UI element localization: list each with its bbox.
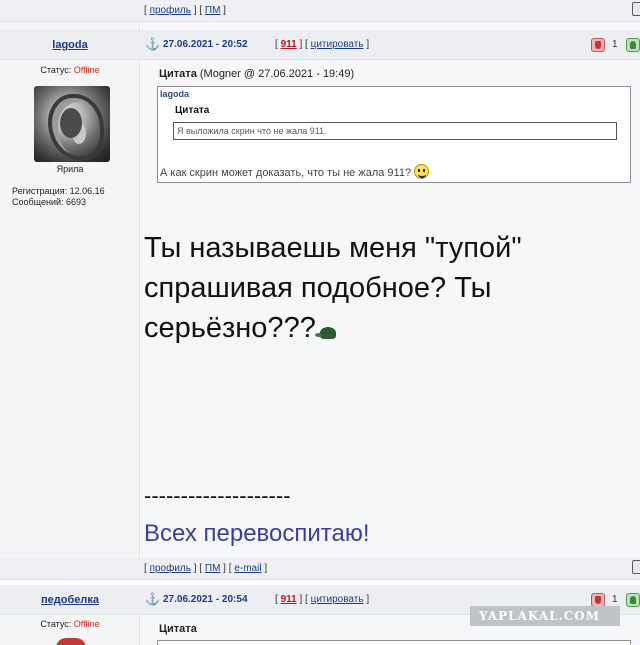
- edit-icon[interactable]: [632, 2, 640, 16]
- quote-box: lagoda Цитата Я выложила скрин что не жа…: [157, 86, 631, 183]
- email-link[interactable]: e-mail: [234, 563, 261, 574]
- post-toolbar-top: [ профиль ] [ ПМ ]: [0, 0, 640, 22]
- quote-meta: (Mogner @ 27.06.2021 - 19:49): [199, 68, 355, 80]
- post-text: Ты называешь меня "тупой" спрашивая подо…: [144, 228, 624, 348]
- user-status: Статус: Offline: [0, 65, 140, 75]
- quote-title: Цитата (Mogner @ 27.06.2021 - 19:49): [159, 68, 354, 80]
- rating-value-2: 1: [612, 594, 618, 605]
- quote-author: lagoda: [160, 89, 190, 99]
- quote-heading-2: Цитата: [159, 623, 197, 635]
- status-value-2: Offline: [73, 619, 100, 629]
- quote-heading: Цитата: [159, 68, 197, 80]
- avatar-2[interactable]: [56, 638, 86, 645]
- reply-count-link-2[interactable]: 911: [281, 594, 297, 605]
- avatar[interactable]: [34, 86, 110, 162]
- author-nick-2[interactable]: педобелка: [0, 594, 140, 606]
- status-label: Статус:: [40, 65, 72, 75]
- site-watermark: YAPLAKAL.COM: [470, 606, 620, 626]
- toolbar-links: [ профиль ] [ ПМ ]: [144, 5, 226, 16]
- inner-quote-heading: Цитата: [175, 105, 210, 116]
- message-count: Сообщений: 6693: [12, 197, 87, 207]
- profile-link[interactable]: профиль: [150, 563, 191, 574]
- thumbs-down-icon[interactable]: [591, 38, 605, 52]
- quote-reply-text: А как скрин может доказать, что ты не жа…: [160, 164, 430, 179]
- thumbs-up-icon[interactable]: [626, 593, 640, 607]
- post-header: lagoda ⚓ 27.06.2021 - 20:52 [ 911 ] [ ци…: [0, 30, 640, 60]
- signature-divider: --------------------: [144, 483, 291, 508]
- quote-reply: А как скрин может доказать, что ты не жа…: [160, 167, 412, 179]
- reply-count-link[interactable]: 911: [281, 39, 297, 50]
- inner-quote-text: Я выложила скрин что не жала 911.: [177, 126, 327, 136]
- user-status-2: Статус: Offline: [0, 619, 140, 629]
- turtle-emoticon-icon: [314, 327, 336, 339]
- quote-link-2[interactable]: цитировать: [311, 594, 364, 605]
- smile-emoticon-icon: [414, 164, 430, 179]
- inner-quote-box: Я выложила скрин что не жала 911.: [173, 122, 617, 140]
- post-body: Ты называешь меня "тупой" спрашивая подо…: [144, 232, 522, 344]
- status-label-2: Статус:: [40, 619, 72, 629]
- quote-link[interactable]: цитировать: [311, 39, 364, 50]
- post-actions: [ 911 ] [ цитировать ]: [275, 39, 370, 50]
- status-value: Offline: [73, 65, 100, 75]
- thumbs-up-icon[interactable]: [626, 38, 640, 52]
- user-rank: Ярила: [56, 164, 84, 174]
- thumbs-down-icon[interactable]: [591, 593, 605, 607]
- post-datetime: 27.06.2021 - 20:52: [163, 39, 248, 50]
- quote-box-2: [157, 640, 631, 645]
- profile-link[interactable]: профиль: [150, 5, 191, 16]
- edit-icon[interactable]: [632, 560, 640, 574]
- anchor-icon[interactable]: ⚓: [145, 592, 160, 606]
- author-nick[interactable]: lagoda: [0, 39, 140, 51]
- anchor-icon[interactable]: ⚓: [145, 37, 160, 51]
- rating-value: 1: [612, 39, 618, 50]
- post-actions-2: [ 911 ] [ цитировать ]: [275, 594, 370, 605]
- post-toolbar-bottom: [ профиль ] [ ПМ ] [ e-mail ]: [0, 558, 640, 580]
- signature: Всех перевоспитаю!: [144, 520, 370, 547]
- watermark-text: YAPLAKAL.COM: [479, 609, 601, 623]
- post-datetime-2: 27.06.2021 - 20:54: [163, 594, 248, 605]
- pm-link[interactable]: ПМ: [205, 5, 221, 16]
- toolbar-links-bottom: [ профиль ] [ ПМ ] [ e-mail ]: [144, 563, 268, 574]
- pm-link[interactable]: ПМ: [205, 563, 221, 574]
